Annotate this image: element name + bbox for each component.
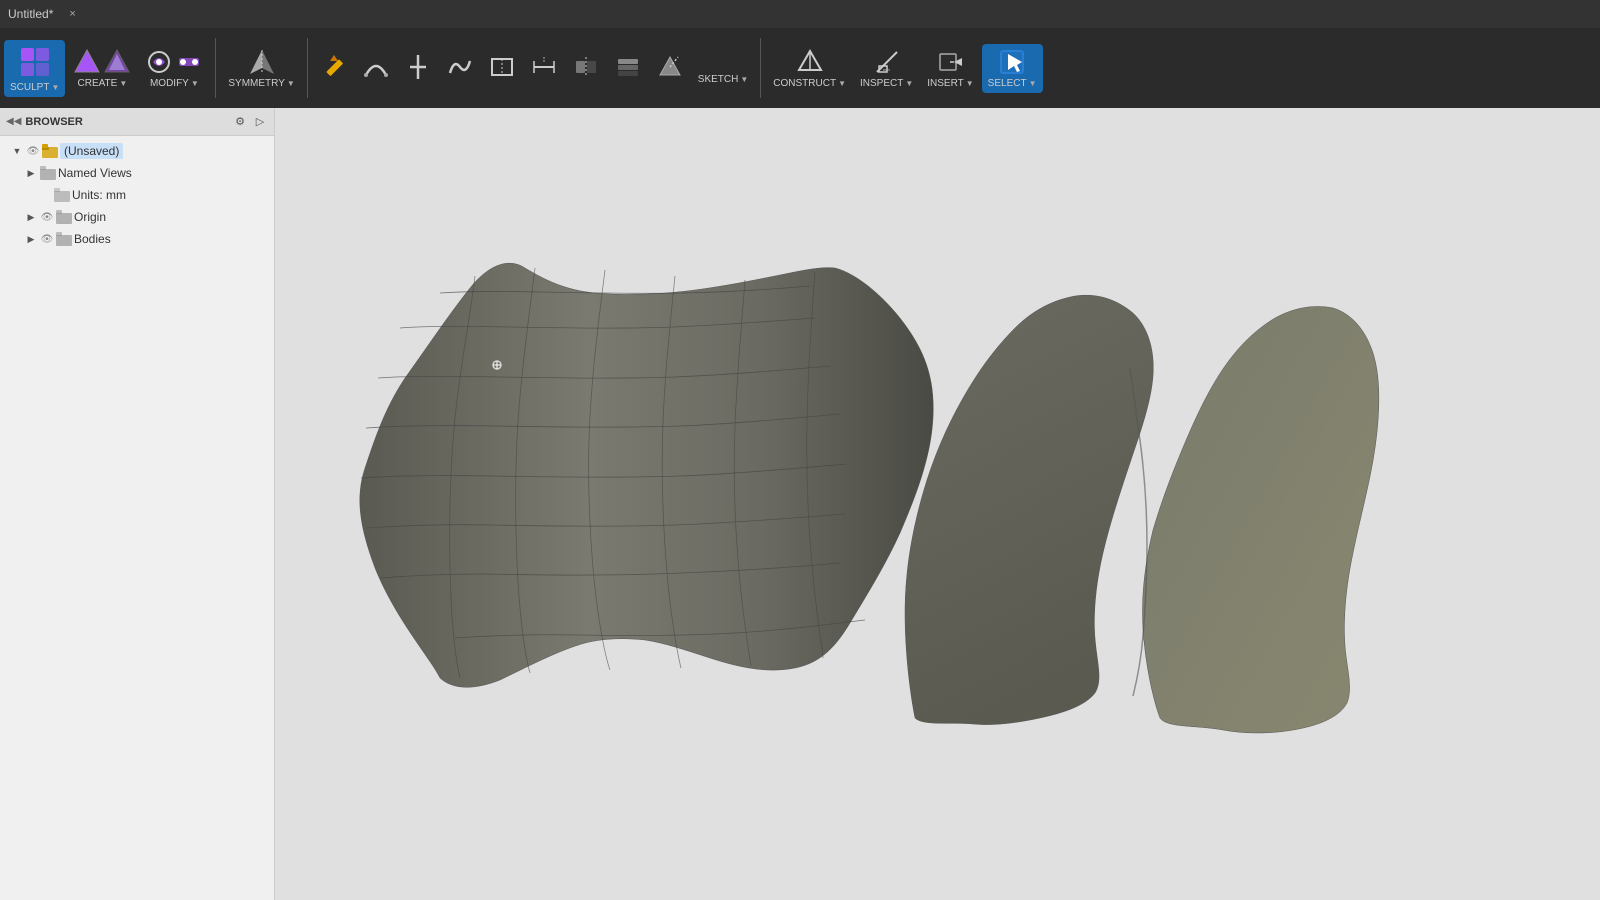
toolbar-sketch-pencil[interactable] xyxy=(314,49,354,87)
folder-bodies xyxy=(56,232,72,246)
svg-text:mm: mm xyxy=(883,67,890,72)
toolbar-sculpt[interactable]: SCULPT ▼ xyxy=(4,40,65,97)
symmetry-label: SYMMETRY ▼ xyxy=(228,78,294,89)
tree-item-units[interactable]: ▶ Units: mm xyxy=(0,184,274,206)
layers-icon xyxy=(614,53,642,81)
mirror-sketch-icon xyxy=(572,53,600,81)
sep2 xyxy=(307,38,308,98)
toolbar-rect[interactable] xyxy=(482,49,522,87)
browser-expand-btn[interactable]: ▷ xyxy=(252,114,268,130)
construct-label: CONSTRUCT ▼ xyxy=(773,78,846,89)
title-bar: Untitled* × xyxy=(0,0,1600,28)
sculpt-label: SCULPT ▼ xyxy=(10,82,59,93)
eye-bodies[interactable]: 👁 xyxy=(40,232,54,246)
toolbar-inspect[interactable]: mm INSPECT ▼ xyxy=(854,44,919,93)
create-icon2 xyxy=(103,48,131,76)
toolbar-modify[interactable]: MODIFY ▼ xyxy=(139,44,209,93)
tree-item-bodies[interactable]: ▶ 👁 Bodies xyxy=(0,228,274,250)
folder-units xyxy=(54,188,70,202)
sep1 xyxy=(215,38,216,98)
project-icon xyxy=(656,53,684,81)
toolbar-mirror-sketch[interactable] xyxy=(566,49,606,87)
folder-origin xyxy=(56,210,72,224)
modify-icon xyxy=(145,48,173,76)
rect-icon xyxy=(488,53,516,81)
viewport[interactable] xyxy=(275,108,1600,900)
toolbar: SCULPT ▼ CREATE ▼ xyxy=(0,28,1600,108)
expand-unsaved[interactable]: ▼ xyxy=(10,144,24,158)
browser-controls: ⚙ ▷ xyxy=(232,114,268,130)
expand-named-views[interactable]: ▶ xyxy=(24,166,38,180)
browser-tree: ▼ 👁 (Unsaved) ▶ xyxy=(0,136,274,900)
toolbar-construct[interactable]: CONSTRUCT ▼ xyxy=(767,44,852,93)
toolbar-select[interactable]: SELECT ▼ xyxy=(982,44,1043,93)
select-label: SELECT ▼ xyxy=(988,78,1037,89)
tree-label-named-views: Named Views xyxy=(58,166,132,180)
symmetry-icon xyxy=(248,48,276,76)
main-area: ◀◀ BROWSER ⚙ ▷ ▼ 👁 (Unsave xyxy=(0,108,1600,900)
toolbar-dimension[interactable] xyxy=(524,49,564,87)
tree-label-origin: Origin xyxy=(74,210,106,224)
sculpt-icon xyxy=(17,44,53,80)
dimension-icon xyxy=(530,53,558,81)
browser-panel: ◀◀ BROWSER ⚙ ▷ ▼ 👁 (Unsave xyxy=(0,108,275,900)
toolbar-arc[interactable] xyxy=(356,49,396,87)
toolbar-line[interactable] xyxy=(398,49,438,87)
browser-settings-btn[interactable]: ⚙ xyxy=(232,114,248,130)
toolbar-insert[interactable]: INSERT ▼ xyxy=(921,44,979,93)
expand-bodies[interactable]: ▶ xyxy=(24,232,38,246)
browser-title: BROWSER xyxy=(25,116,228,128)
expand-origin[interactable]: ▶ xyxy=(24,210,38,224)
eye-origin[interactable]: 👁 xyxy=(40,210,54,224)
folder-unsaved xyxy=(42,144,58,158)
create-label: CREATE ▼ xyxy=(78,78,128,89)
modify-label: MODIFY ▼ xyxy=(150,78,199,89)
modify-icon2 xyxy=(175,48,203,76)
folder-named-views xyxy=(40,166,56,180)
sketch-label: SKETCH ▼ xyxy=(698,74,748,85)
browser-collapse-btn[interactable]: ◀◀ xyxy=(6,116,21,127)
app-title: Untitled* xyxy=(8,7,53,21)
tree-label-units: Units: mm xyxy=(72,188,126,202)
tree-item-origin[interactable]: ▶ 👁 Origin xyxy=(0,206,274,228)
close-button[interactable]: × xyxy=(69,8,75,20)
arc-icon xyxy=(362,53,390,81)
toolbar-project[interactable] xyxy=(650,49,690,87)
insert-label: INSERT ▼ xyxy=(927,78,973,89)
tree-label-unsaved: (Unsaved) xyxy=(60,143,123,159)
tree-item-unsaved[interactable]: ▼ 👁 (Unsaved) xyxy=(0,140,274,162)
select-icon xyxy=(998,48,1026,76)
inspect-label: INSPECT ▼ xyxy=(860,78,913,89)
toolbar-sketch-group[interactable]: SKETCH ▼ xyxy=(692,48,754,89)
3d-scene xyxy=(275,108,1600,900)
toolbar-symmetry[interactable]: SYMMETRY ▼ xyxy=(222,44,300,93)
line-icon xyxy=(404,53,432,81)
construct-icon xyxy=(796,48,824,76)
create-icon xyxy=(73,48,101,76)
sketch-pencil-icon xyxy=(320,53,348,81)
tree-label-bodies: Bodies xyxy=(74,232,111,246)
spline-icon xyxy=(446,53,474,81)
tree-item-named-views[interactable]: ▶ Named Views xyxy=(0,162,274,184)
toolbar-spline[interactable] xyxy=(440,49,480,87)
sep3 xyxy=(760,38,761,98)
eye-unsaved[interactable]: 👁 xyxy=(26,144,40,158)
toolbar-layers[interactable] xyxy=(608,49,648,87)
inspect-icon: mm xyxy=(873,48,901,76)
toolbar-create[interactable]: CREATE ▼ xyxy=(67,44,137,93)
browser-header: ◀◀ BROWSER ⚙ ▷ xyxy=(0,108,274,136)
insert-icon xyxy=(936,48,964,76)
